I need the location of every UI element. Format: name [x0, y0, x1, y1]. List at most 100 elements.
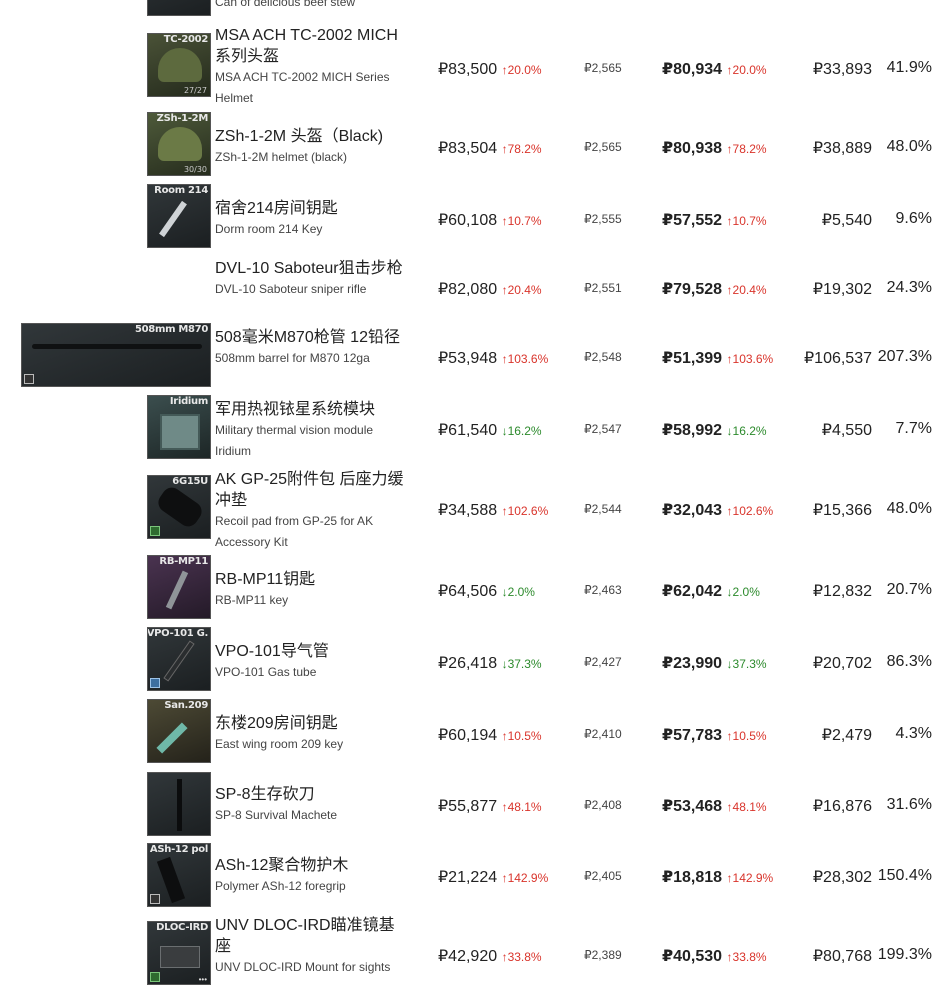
fee-cell: ₽2,427: [584, 655, 622, 669]
item-name: RB-MP11钥匙 RB-MP11 key: [215, 569, 405, 611]
price-cell: ₽83,500 ↑20.0%: [438, 61, 542, 78]
price-cell: ₽60,108 ↑10.7%: [438, 212, 542, 229]
item-name-en: SP-8 Survival Machete: [215, 808, 338, 822]
price-cell: ₽83,504 ↑78.2%: [438, 140, 542, 157]
machete-icon: [147, 772, 211, 836]
gas-tube-icon: VPO-101 G.: [147, 627, 211, 691]
price-cell: ₽61,540 ↓16.2%: [438, 422, 542, 439]
helmet-icon: TC-2002 27/27: [147, 33, 211, 97]
ratio-cell: 48.0%: [886, 138, 932, 155]
sell-price-cell: ₽23,990 ↓37.3%: [662, 655, 767, 672]
ratio-cell: 41.9%: [886, 59, 932, 76]
fee-cell: ₽2,547: [584, 422, 622, 436]
ratio-cell: 4.3%: [895, 725, 932, 742]
item-name-cn: 宿舍214房间钥匙: [215, 200, 338, 217]
profit-cell: ₽15,366: [812, 502, 872, 519]
item-name: MSA ACH TC-2002 MICH系列头盔 MSA ACH TC-2002…: [215, 25, 405, 109]
item-name-en: RB-MP11 key: [215, 593, 289, 607]
item-name: VPO-101导气管 VPO-101 Gas tube: [215, 641, 405, 683]
ratio-cell: 207.3%: [877, 348, 932, 365]
item-name: DVL-10 Saboteur狙击步枪 DVL-10 Saboteur snip…: [215, 258, 405, 300]
item-name-en: Military thermal vision module Iridium: [215, 423, 374, 458]
fee-cell: ₽2,565: [584, 140, 622, 154]
module-icon: Iridium: [147, 395, 211, 459]
item-name: ASh-12聚合物护木 Polymer ASh-12 foregrip: [215, 855, 405, 897]
item-name-en: UNV DLOC-IRD Mount for sights: [215, 960, 391, 974]
profit-cell: ₽20,702: [812, 655, 872, 672]
sell-price-cell: ₽53,468 ↑48.1%: [662, 798, 767, 815]
item-name-en: 508mm barrel for M870 12ga: [215, 351, 370, 365]
sell-price-cell: ₽79,528 ↑20.4%: [662, 281, 767, 298]
fee-cell: ₽2,408: [584, 798, 622, 812]
fee-cell: ₽2,548: [584, 350, 622, 364]
ratio-cell: 20.7%: [886, 581, 932, 598]
profit-cell: ₽12,832: [812, 583, 872, 600]
item-name-en: Recoil pad from GP-25 for AK Accessory K…: [215, 514, 374, 549]
stew-can-icon: [147, 0, 211, 16]
fee-cell: ₽2,463: [584, 583, 622, 597]
profit-cell: ₽2,479: [821, 727, 872, 744]
ratio-cell: 150.4%: [877, 867, 932, 884]
fee-cell: ₽2,544: [584, 502, 622, 516]
profit-cell: ₽33,893: [812, 61, 872, 78]
sell-price-cell: ₽57,783 ↑10.5%: [662, 727, 767, 744]
sell-price-cell: ₽57,552 ↑10.7%: [662, 212, 767, 229]
price-cell: ₽60,194 ↑10.5%: [438, 727, 542, 744]
profit-cell: ₽16,876: [812, 798, 872, 815]
ratio-cell: 31.6%: [886, 796, 932, 813]
key-icon: RB-MP11: [147, 555, 211, 619]
item-name: SP-8生存砍刀 SP-8 Survival Machete: [215, 784, 405, 826]
item-name-en: ZSh-1-2M helmet (black): [215, 150, 348, 164]
ratio-cell: 7.7%: [895, 420, 932, 437]
fee-cell: ₽2,410: [584, 727, 622, 741]
price-cell: ₽55,877 ↑48.1%: [438, 798, 542, 815]
price-cell: ₽53,948 ↑103.6%: [438, 350, 549, 367]
profit-cell: ₽4,550: [821, 422, 872, 439]
fee-cell: ₽2,389: [584, 948, 622, 962]
item-name-cn: UNV DLOC-IRD瞄准镜基座: [215, 917, 395, 955]
sell-price-cell: ₽18,818 ↑142.9%: [662, 869, 774, 886]
item-name-cn: DVL-10 Saboteur狙击步枪: [215, 260, 403, 277]
item-name-cn: AK GP-25附件包 后座力缓冲垫: [215, 471, 404, 509]
fee-cell: ₽2,405: [584, 869, 622, 883]
item-name-en: MSA ACH TC-2002 MICH Series Helmet: [215, 70, 390, 105]
sell-price-cell: ₽58,992 ↓16.2%: [662, 422, 767, 439]
item-name-cn: MSA ACH TC-2002 MICH系列头盔: [215, 27, 398, 65]
profit-cell: ₽28,302: [812, 869, 872, 886]
ratio-cell: 9.6%: [895, 210, 932, 227]
price-cell: ₽42,920 ↑33.8%: [438, 948, 542, 965]
sell-price-cell: ₽62,042 ↓2.0%: [662, 583, 760, 600]
price-cell: ₽82,080 ↑20.4%: [438, 281, 542, 298]
profit-cell: ₽106,537: [803, 350, 872, 367]
sell-price-cell: ₽80,938 ↑78.2%: [662, 140, 767, 157]
price-cell: ₽64,506 ↓2.0%: [438, 583, 535, 600]
barrel-icon: 508mm M870: [21, 323, 211, 387]
item-name: 508毫米M870枪管 12铅径 508mm barrel for M870 1…: [215, 327, 405, 369]
item-name: 军用热视铱星系统模块 Military thermal vision modul…: [215, 399, 405, 462]
item-name-en: East wing room 209 key: [215, 737, 344, 751]
ratio-cell: 199.3%: [877, 946, 932, 963]
item-name: ZSh-1-2M 头盔（Black) ZSh-1-2M helmet (blac…: [215, 126, 405, 168]
sell-price-cell: ₽80,934 ↑20.0%: [662, 61, 767, 78]
helmet-icon: ZSh-1-2M 30/30: [147, 112, 211, 176]
key-icon: San.209: [147, 699, 211, 763]
ratio-cell: 86.3%: [886, 653, 932, 670]
item-name-cn: VPO-101导气管: [215, 643, 329, 660]
profit-cell: ₽19,302: [812, 281, 872, 298]
item-name: 宿舍214房间钥匙 Dorm room 214 Key: [215, 198, 405, 240]
sell-price-cell: ₽40,530 ↑33.8%: [662, 948, 767, 965]
item-subtitle: Can of delicious beef stew: [215, 0, 356, 9]
price-cell: ₽26,418 ↓37.3%: [438, 655, 542, 672]
fee-cell: ₽2,551: [584, 281, 622, 295]
item-name-cn: 508毫米M870枪管 12铅径: [215, 329, 400, 346]
fee-cell: ₽2,565: [584, 61, 622, 75]
item-name: 东楼209房间钥匙 East wing room 209 key: [215, 713, 405, 755]
item-name-cn: 东楼209房间钥匙: [215, 715, 338, 732]
ratio-cell: 48.0%: [886, 500, 932, 517]
price-cell: ₽34,588 ↑102.6%: [438, 502, 549, 519]
item-name: AK GP-25附件包 后座力缓冲垫 Recoil pad from GP-25…: [215, 469, 405, 553]
key-icon: Room 214: [147, 184, 211, 248]
price-cell: ₽21,224 ↑142.9%: [438, 869, 549, 886]
item-name-en: DVL-10 Saboteur sniper rifle: [215, 282, 367, 296]
ratio-cell: 24.3%: [886, 279, 932, 296]
